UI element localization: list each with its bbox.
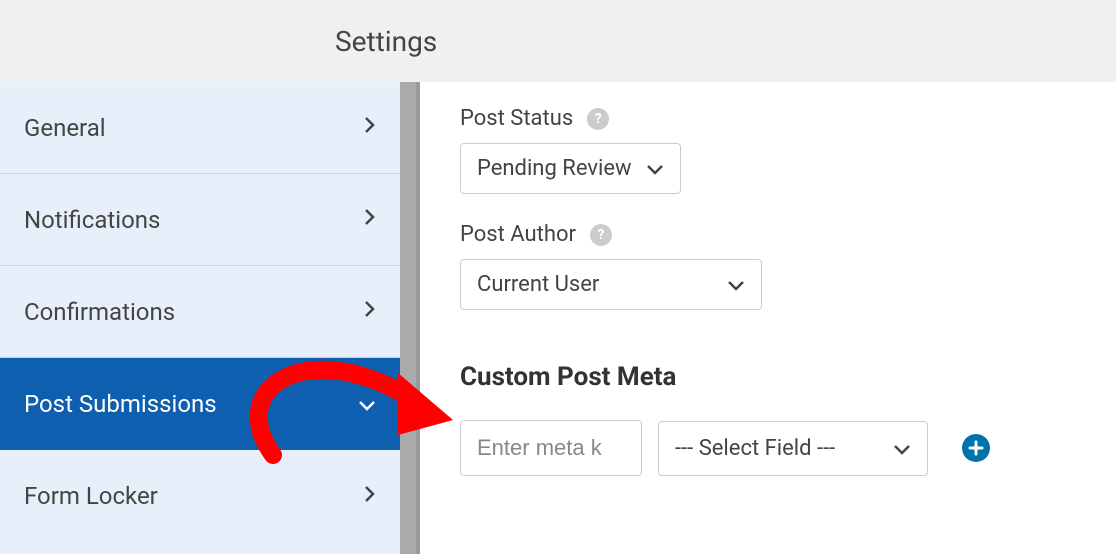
post-status-label: Post Status ? — [460, 106, 1076, 131]
chevron-right-icon — [364, 207, 376, 232]
chevron-down-icon — [893, 436, 911, 461]
sidebar: General Notifications Confirmations Post… — [0, 82, 400, 554]
help-icon[interactable]: ? — [590, 224, 612, 246]
chevron-down-icon — [727, 272, 745, 297]
sidebar-item-form-locker[interactable]: Form Locker — [0, 450, 400, 542]
sidebar-item-label: Confirmations — [24, 298, 175, 326]
divider — [400, 82, 420, 554]
container: General Notifications Confirmations Post… — [0, 82, 1116, 554]
select-value: Pending Review — [477, 156, 632, 181]
sidebar-item-label: Post Submissions — [24, 390, 217, 418]
page-title: Settings — [335, 25, 437, 58]
custom-post-meta-heading: Custom Post Meta — [460, 362, 1076, 392]
chevron-right-icon — [364, 484, 376, 509]
main-panel: Post Status ? Pending Review Post Author… — [420, 82, 1116, 554]
sidebar-item-general[interactable]: General — [0, 82, 400, 174]
meta-field-select[interactable]: --- Select Field --- — [658, 421, 928, 476]
select-value: --- Select Field --- — [675, 436, 835, 461]
post-author-label: Post Author ? — [460, 222, 1076, 247]
sidebar-item-post-submissions[interactable]: Post Submissions — [0, 358, 400, 450]
add-meta-button[interactable] — [962, 434, 990, 462]
post-author-select[interactable]: Current User — [460, 259, 762, 310]
chevron-right-icon — [364, 299, 376, 324]
chevron-right-icon — [364, 115, 376, 140]
header: Settings — [0, 0, 1116, 82]
help-icon[interactable]: ? — [587, 108, 609, 130]
select-value: Current User — [477, 272, 599, 297]
chevron-down-icon — [358, 392, 376, 417]
field-label-text: Post Status — [460, 106, 573, 131]
sidebar-item-label: Form Locker — [24, 482, 158, 510]
chevron-down-icon — [646, 156, 664, 181]
meta-row: --- Select Field --- — [460, 420, 1076, 476]
sidebar-item-confirmations[interactable]: Confirmations — [0, 266, 400, 358]
sidebar-item-label: General — [24, 114, 106, 142]
sidebar-item-label: Notifications — [24, 206, 160, 234]
meta-key-input[interactable] — [460, 420, 642, 476]
post-status-select[interactable]: Pending Review — [460, 143, 681, 194]
field-label-text: Post Author — [460, 222, 576, 247]
sidebar-item-notifications[interactable]: Notifications — [0, 174, 400, 266]
